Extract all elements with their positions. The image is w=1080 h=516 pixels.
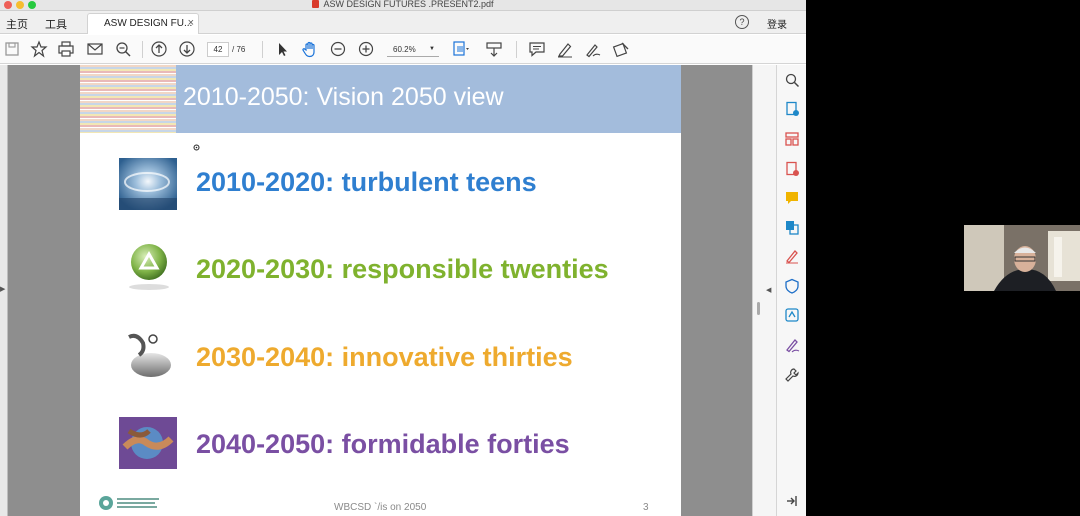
fill-and-sign-icon[interactable]: [784, 248, 800, 264]
login-button[interactable]: 登录: [767, 16, 787, 31]
tab-document[interactable]: ASW DESIGN FU... ×: [87, 13, 199, 34]
comment-icon[interactable]: [528, 40, 546, 58]
print-icon[interactable]: [57, 40, 75, 58]
lightbulb-hand-image: [119, 327, 177, 379]
help-icon[interactable]: ?: [735, 15, 749, 29]
email-icon[interactable]: [86, 40, 104, 58]
tab-bar: 主页 工具 ASW DESIGN FU... × ? 登录: [0, 11, 806, 34]
slide-footer: WBCSD `/is on 2050: [334, 502, 427, 513]
zoom-search-icon[interactable]: [114, 40, 132, 58]
tab-home[interactable]: 主页: [6, 16, 28, 32]
close-tab-icon[interactable]: ×: [188, 17, 194, 29]
tab-document-label: ASW DESIGN FU...: [104, 18, 193, 29]
window-title-text: ASW DESIGN FUTURES .PRESENT2.pdf: [323, 0, 494, 9]
save-icon[interactable]: [3, 40, 21, 58]
pdf-file-icon: [312, 0, 320, 8]
create-pdf-icon[interactable]: [784, 161, 800, 177]
combine-files-icon[interactable]: [784, 219, 800, 235]
fit-page-icon[interactable]: [451, 40, 469, 58]
webcam-video-thumbnail: [964, 225, 1080, 291]
slide-page: 2010-2050: Vision 2050 view 2010-2020: t…: [80, 65, 681, 516]
highlight-pen-icon[interactable]: [556, 40, 574, 58]
slide-number: 3: [643, 502, 649, 513]
page-number-input[interactable]: 42: [207, 42, 229, 57]
organize-pages-icon[interactable]: [784, 131, 800, 147]
era-line-2: 2020-2030: responsible twenties: [196, 254, 609, 284]
title-bar: ASW DESIGN FUTURES .PRESENT2.pdf: [0, 0, 806, 11]
protect-shield-icon[interactable]: [784, 278, 800, 294]
slide-title: 2010-2050: Vision 2050 view: [183, 83, 504, 111]
optimize-pdf-icon[interactable]: [784, 307, 800, 323]
send-for-signature-icon[interactable]: [784, 337, 800, 353]
recycle-globe-image: [119, 240, 177, 292]
more-tools-icon[interactable]: [784, 367, 800, 383]
fill-sign-icon[interactable]: [612, 40, 630, 58]
bookmark-star-icon[interactable]: [30, 40, 48, 58]
scrollbar-thumb[interactable]: [757, 302, 760, 315]
draw-sign-icon[interactable]: [584, 40, 602, 58]
decorative-stripes: [80, 65, 176, 133]
hands-globe-image: [119, 417, 177, 469]
next-page-icon[interactable]: [178, 40, 196, 58]
scroll-mode-icon[interactable]: [485, 40, 503, 58]
wbcsd-logo: [99, 496, 159, 510]
chevron-right-icon: ▶: [0, 286, 6, 293]
hand-tool-icon[interactable]: [301, 40, 319, 58]
toolbar-divider: [516, 41, 517, 58]
storm-image: [119, 158, 177, 210]
era-line-3: 2030-2040: innovative thirties: [196, 342, 573, 372]
era-line-1: 2010-2020: turbulent teens: [196, 167, 537, 197]
chevron-left-icon[interactable]: ◀: [766, 286, 771, 294]
right-tools-panel: [776, 65, 806, 516]
scrollbar[interactable]: ◀: [752, 65, 776, 516]
zoom-out-icon[interactable]: [329, 40, 347, 58]
zoom-in-icon[interactable]: [357, 40, 375, 58]
export-pdf-icon[interactable]: [784, 101, 800, 117]
era-line-4: 2040-2050: formidable forties: [196, 429, 570, 459]
tab-tools[interactable]: 工具: [45, 16, 67, 32]
collapse-panel-icon[interactable]: [784, 493, 800, 509]
page-total: / 76: [232, 45, 246, 54]
left-panel-toggle[interactable]: ▶: [0, 65, 8, 516]
zoom-level-value: 60.2%: [393, 45, 416, 54]
toolbar-divider: [262, 41, 263, 58]
comment-tool-icon[interactable]: [784, 190, 800, 206]
select-cursor-icon[interactable]: [273, 40, 291, 58]
chevron-down-icon: ▼: [429, 46, 435, 52]
window-title: ASW DESIGN FUTURES .PRESENT2.pdf: [0, 0, 806, 9]
document-viewer[interactable]: ▶ 2010-2050: Vision 2050 view 2010-2020:…: [0, 65, 776, 516]
zoom-level-dropdown[interactable]: 60.2% ▼: [387, 42, 439, 57]
previous-page-icon[interactable]: [150, 40, 168, 58]
mouse-cursor-icon: [193, 144, 200, 151]
toolbar-divider: [142, 41, 143, 58]
search-tool-icon[interactable]: [784, 72, 800, 88]
pdf-reader-window: ASW DESIGN FUTURES .PRESENT2.pdf 主页 工具 A…: [0, 0, 806, 516]
toolbar: 42 / 76 60.2% ▼: [0, 35, 806, 64]
